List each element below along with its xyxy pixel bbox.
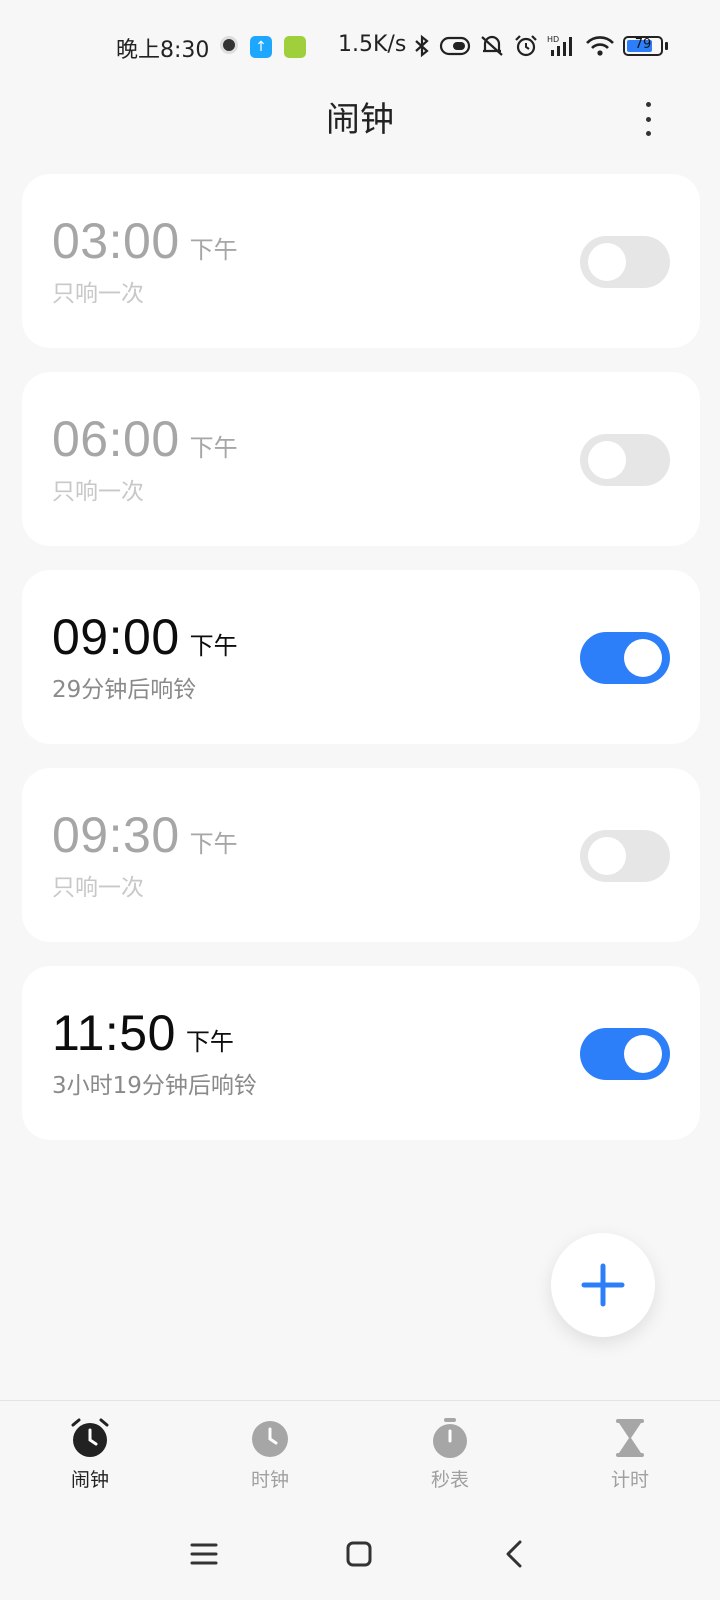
svg-text:HD: HD — [547, 35, 559, 44]
alarm-card[interactable]: 03:00 下午 只响一次 — [22, 174, 700, 348]
alarm-subtitle: 只响一次 — [52, 281, 144, 307]
toggle-knob — [624, 1035, 662, 1073]
alarm-period: 下午 — [185, 1028, 234, 1056]
menu-icon — [190, 1543, 218, 1565]
wifi-icon — [586, 36, 614, 56]
nav-label: 秒表 — [430, 1469, 469, 1491]
tab-clock[interactable]: 时钟 — [180, 1401, 360, 1495]
tab-timer[interactable]: 计时 — [540, 1401, 720, 1495]
home-button[interactable] — [339, 1534, 379, 1574]
alarm-subtitle: 只响一次 — [52, 479, 144, 505]
more-dot — [645, 102, 651, 107]
alarm-time: 11:50 — [52, 1005, 176, 1061]
page-title: 闹钟 — [326, 100, 394, 140]
alarm-period: 下午 — [189, 632, 238, 660]
toggle-knob — [624, 639, 662, 677]
alarm-time: 06:00 — [52, 411, 180, 467]
alarm-subtitle: 3小时19分钟后响铃 — [52, 1073, 257, 1099]
alarm-icon — [515, 35, 537, 57]
alarm-time-row: 06:00 下午 — [52, 410, 238, 468]
status-system-icons: HD 79 — [413, 34, 668, 58]
back-button[interactable] — [494, 1534, 534, 1574]
clock-app-icon — [220, 36, 238, 54]
menu-button[interactable] — [184, 1534, 224, 1574]
alarm-time: 09:30 — [52, 807, 180, 863]
battery-tip — [665, 42, 668, 50]
alarm-subtitle: 只响一次 — [52, 875, 144, 901]
alarm-clock-icon — [71, 1418, 109, 1457]
toggle-knob — [588, 243, 626, 281]
alarm-card[interactable]: 06:00 下午 只响一次 — [22, 372, 700, 546]
nav-label: 计时 — [610, 1469, 649, 1491]
alarm-toggle[interactable] — [580, 236, 670, 288]
toggle-knob — [588, 837, 626, 875]
more-options-button[interactable] — [638, 102, 658, 136]
alarm-card[interactable]: 09:00 下午 29分钟后响铃 — [22, 570, 700, 744]
alarm-period: 下午 — [189, 236, 238, 264]
upload-icon: ↑ — [250, 36, 272, 58]
add-alarm-button[interactable] — [551, 1233, 655, 1337]
back-icon — [506, 1540, 522, 1568]
stopwatch-icon — [433, 1418, 467, 1458]
network-speed: 1.5K/s — [338, 32, 407, 57]
toggle-icon — [439, 36, 471, 56]
alarm-time-row: 09:00 下午 — [52, 608, 238, 666]
alarm-list: 03:00 下午 只响一次 06:00 下午 只响一次 09:00 下午 29分… — [22, 174, 700, 1164]
plus-icon — [581, 1263, 625, 1307]
more-dot — [645, 131, 651, 136]
alarm-time-row: 09:30 下午 — [52, 806, 238, 864]
alarm-toggle[interactable] — [580, 434, 670, 486]
alarm-toggle[interactable] — [580, 830, 670, 882]
toggle-knob — [588, 441, 626, 479]
tab-stopwatch[interactable]: 秒表 — [360, 1401, 540, 1495]
battery-level: 79 — [634, 37, 652, 52]
system-nav-bar — [0, 1520, 720, 1592]
status-bar: 晚上8:30 ↑ 1.5K/s HD 79 — [0, 0, 720, 96]
alarm-period: 下午 — [189, 830, 238, 858]
bluetooth-icon — [415, 34, 429, 58]
alarm-card[interactable]: 11:50 下午 3小时19分钟后响铃 — [22, 966, 700, 1140]
alarm-card[interactable]: 09:30 下午 只响一次 — [22, 768, 700, 942]
battery-icon: 79 — [623, 36, 663, 56]
hourglass-icon — [616, 1419, 644, 1457]
alarm-time-row: 11:50 下午 — [52, 1004, 234, 1062]
alarm-toggle[interactable] — [580, 1028, 670, 1080]
alarm-subtitle: 29分钟后响铃 — [52, 677, 197, 703]
nav-label: 闹钟 — [70, 1469, 109, 1491]
clock-icon — [252, 1421, 288, 1457]
more-dot — [645, 116, 651, 122]
alarm-time: 09:00 — [52, 609, 180, 665]
game-icon — [284, 36, 306, 58]
status-notification-icons: ↑ — [220, 36, 306, 58]
home-icon — [346, 1541, 372, 1567]
alarm-period: 下午 — [189, 434, 238, 462]
bottom-nav: 闹钟 时钟 秒表 计时 — [0, 1400, 720, 1495]
alarm-toggle[interactable] — [580, 632, 670, 684]
status-time: 晚上8:30 — [116, 38, 210, 63]
signal-icon: HD — [547, 35, 572, 56]
nav-label: 时钟 — [250, 1469, 289, 1491]
tab-alarm[interactable]: 闹钟 — [0, 1401, 180, 1495]
alarm-time-row: 03:00 下午 — [52, 212, 238, 270]
mute-icon — [481, 35, 503, 56]
alarm-time: 03:00 — [52, 213, 180, 269]
